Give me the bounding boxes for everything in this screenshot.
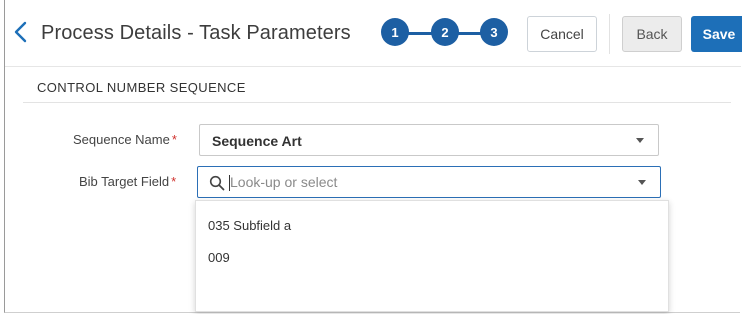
required-marker: *: [171, 174, 177, 189]
search-icon: [209, 175, 225, 191]
header-divider: [609, 14, 610, 54]
header-bar: Process Details - Task Parameters 1 2 3 …: [5, 0, 742, 67]
bib-target-field-dropdown: 035 Subfield a 009: [195, 200, 669, 312]
dropdown-option-label: 035 Subfield a: [208, 218, 292, 233]
dropdown-option[interactable]: 009: [196, 243, 668, 271]
back-button[interactable]: Back: [622, 16, 682, 52]
page-title: Process Details - Task Parameters: [41, 22, 351, 44]
sequence-name-select[interactable]: Sequence Art: [199, 124, 659, 156]
chevron-down-icon[interactable]: [636, 138, 644, 143]
bib-target-field-label: Bib Target Field *: [79, 174, 176, 189]
sequence-name-value: Sequence Art: [212, 133, 302, 149]
dropdown-option-label: 009: [208, 250, 230, 265]
page-frame: Process Details - Task Parameters 1 2 3 …: [4, 0, 742, 313]
chevron-left-icon[interactable]: [11, 20, 31, 44]
sequence-name-label: Sequence Name *: [73, 132, 177, 147]
step-1[interactable]: 1: [381, 18, 409, 46]
cancel-button[interactable]: Cancel: [527, 16, 597, 52]
progress-stepper: 1 2 3: [381, 18, 509, 48]
chevron-down-icon[interactable]: [638, 180, 646, 185]
bib-target-field-select[interactable]: [197, 166, 661, 198]
section-divider: [23, 102, 731, 103]
required-marker: *: [171, 132, 177, 147]
sequence-name-label-text: Sequence Name: [73, 132, 170, 147]
step-3[interactable]: 3: [480, 18, 508, 46]
dropdown-option[interactable]: 035 Subfield a: [196, 211, 668, 239]
save-button[interactable]: Save: [691, 16, 742, 52]
bib-target-field-search-input[interactable]: [230, 172, 610, 192]
bib-target-field-label-text: Bib Target Field: [79, 174, 170, 189]
step-2[interactable]: 2: [431, 18, 459, 46]
section-title: CONTROL NUMBER SEQUENCE: [37, 80, 246, 95]
